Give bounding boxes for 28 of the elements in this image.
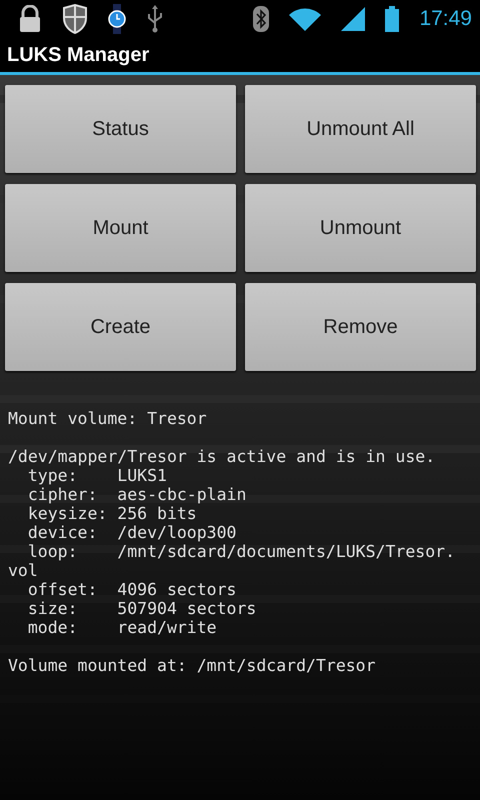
app-title: LUKS Manager (7, 44, 150, 66)
output-line: loop: /mnt/sdcard/documents/LUKS/Tresor. (26, 542, 456, 561)
battery-icon (385, 6, 400, 32)
watch-icon (108, 4, 126, 34)
usb-icon (146, 5, 164, 33)
action-button[interactable]: Remove (245, 283, 476, 371)
shield-icon (62, 4, 88, 34)
output-line: Volume mounted at: /mnt/sdcard/Tresor (8, 656, 376, 675)
output-line: vol (8, 561, 38, 580)
output-line: cipher: aes-cbc-plain (26, 485, 246, 504)
output-line: offset: 4096 sectors (26, 580, 236, 599)
output-line: /dev/mapper/Tresor is active and is in use. (8, 447, 436, 466)
action-button[interactable]: Unmount All (245, 85, 476, 173)
bluetooth-icon (253, 6, 270, 32)
output-line: device: /dev/loop300 (26, 523, 236, 542)
output-line: type: LUKS1 (26, 466, 167, 485)
signal-icon (341, 7, 366, 31)
action-button[interactable]: Unmount (245, 184, 476, 272)
output-line: keysize: 256 bits (26, 504, 197, 523)
action-button[interactable]: Status (5, 85, 236, 173)
clock-time: 17:49 (419, 7, 472, 31)
output-line: mode: read/write (26, 618, 217, 637)
output-line: Mount volume: Tresor (8, 409, 207, 428)
output-line: size: 507904 sectors (26, 599, 256, 618)
action-button[interactable]: Create (5, 283, 236, 371)
wifi-icon (289, 7, 322, 31)
action-button[interactable]: Mount (5, 184, 236, 272)
padlock-icon (18, 5, 42, 33)
